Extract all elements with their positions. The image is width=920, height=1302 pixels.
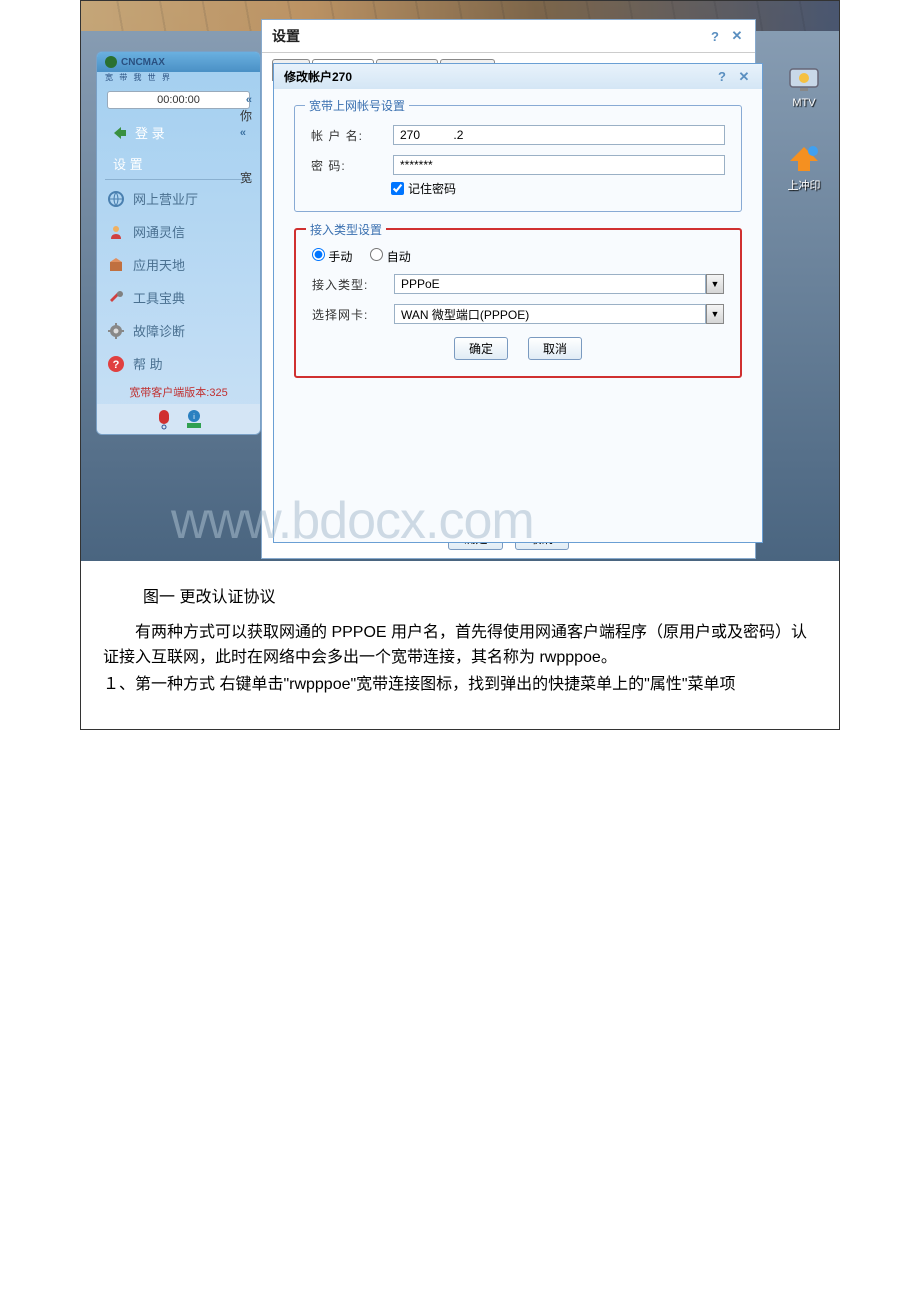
edge-text: 你 bbox=[240, 107, 252, 124]
olympic-icon bbox=[153, 408, 175, 430]
close-button[interactable]: ✕ bbox=[736, 69, 752, 85]
modify-account-dialog: 修改帐户270 ? ✕ 宽带上网帐号设置 帐 户 名: 密 码: bbox=[273, 63, 763, 543]
password-input[interactable] bbox=[393, 155, 725, 175]
sidebar-item-diagnose[interactable]: 故障诊断 bbox=[97, 314, 260, 347]
access-type-label: 接入类型: bbox=[312, 276, 382, 293]
cncmax-sidebar: CNCMAX 宽 带 我 世 界 00:00:00 « 登 录 « 设 置 bbox=[96, 51, 261, 435]
login-button[interactable]: 登 录 « bbox=[107, 119, 250, 146]
sidebar-item-apps[interactable]: 应用天地 bbox=[97, 248, 260, 281]
modify-titlebar: 修改帐户270 ? ✕ bbox=[274, 64, 762, 89]
modify-ok-button[interactable]: 确定 bbox=[454, 337, 508, 360]
radio-manual[interactable] bbox=[312, 248, 325, 261]
tool-icon bbox=[107, 289, 125, 307]
modify-title-text: 修改帐户270 bbox=[284, 68, 352, 85]
settings-button[interactable]: 设 置 bbox=[97, 150, 260, 177]
access-fieldset: 接入类型设置 手动 自动 接入类型: ▼ 选择网卡: ▼ bbox=[294, 228, 742, 378]
nic-label: 选择网卡: bbox=[312, 306, 382, 323]
paragraph: 有两种方式可以获取网通的 PPPOE 用户名，首先得使用网通客户端程序（原用户或… bbox=[103, 621, 817, 671]
sidebar-header: CNCMAX bbox=[97, 52, 260, 72]
figure-caption: 图一 更改认证协议 bbox=[143, 583, 817, 607]
mtv-icon bbox=[786, 61, 822, 97]
brand-subtext: 宽 带 我 世 界 bbox=[97, 72, 260, 85]
person-icon bbox=[107, 223, 125, 241]
desktop-icon-mtv[interactable]: MTV bbox=[779, 61, 829, 109]
upload-icon bbox=[786, 141, 822, 177]
access-type-select[interactable] bbox=[394, 274, 706, 294]
desktop-icon-upload[interactable]: 上冲印 bbox=[779, 141, 829, 193]
edge-text: 宽 bbox=[240, 169, 252, 186]
desktop-icon-label: 上冲印 bbox=[779, 177, 829, 193]
remember-password-label: 记住密码 bbox=[408, 180, 456, 197]
globe-icon bbox=[107, 190, 125, 208]
password-label: 密 码: bbox=[311, 157, 381, 174]
radio-auto[interactable] bbox=[370, 248, 383, 261]
sidebar-item-lingxin[interactable]: 网通灵信 bbox=[97, 215, 260, 248]
gear-icon bbox=[107, 322, 125, 340]
logo-icon bbox=[105, 56, 117, 68]
cnc-badge-icon: i bbox=[183, 408, 205, 430]
account-legend: 宽带上网帐号设置 bbox=[305, 97, 409, 114]
login-icon bbox=[111, 124, 129, 142]
nic-dropdown-button[interactable]: ▼ bbox=[706, 304, 724, 324]
access-legend: 接入类型设置 bbox=[306, 221, 386, 238]
paragraph: １、第一种方式 右键单击"rwpppoe"宽带连接图标，找到弹出的快捷菜单上的"… bbox=[103, 673, 817, 698]
sidebar-item-help[interactable]: ? 帮 助 bbox=[97, 347, 260, 380]
version-text: 宽带客户端版本:325 bbox=[97, 380, 260, 404]
account-fieldset: 宽带上网帐号设置 帐 户 名: 密 码: 记住密码 bbox=[294, 105, 742, 212]
desktop-icon-label: MTV bbox=[779, 97, 829, 109]
username-label: 帐 户 名: bbox=[311, 127, 381, 144]
sidebar-item-tools[interactable]: 工具宝典 bbox=[97, 281, 260, 314]
access-type-dropdown-button[interactable]: ▼ bbox=[706, 274, 724, 294]
divider bbox=[105, 179, 252, 180]
timer-display: 00:00:00 « bbox=[107, 91, 250, 109]
settings-title-text: 设置 bbox=[272, 26, 300, 46]
nic-select[interactable] bbox=[394, 304, 706, 324]
collapse-button[interactable]: « bbox=[246, 94, 252, 106]
screenshot-area: MTV 上冲印 设置 ? ✕ 常规 帐户管理 全局设置 DHCP+ bbox=[81, 1, 839, 561]
modify-cancel-button[interactable]: 取消 bbox=[528, 337, 582, 360]
collapse-button[interactable]: « bbox=[240, 127, 246, 139]
remember-password-checkbox[interactable] bbox=[391, 182, 404, 195]
settings-titlebar: 设置 ? ✕ bbox=[262, 20, 755, 53]
sidebar-footer: i bbox=[97, 404, 260, 434]
radio-auto-wrap[interactable]: 自动 bbox=[370, 248, 410, 265]
box-icon bbox=[107, 256, 125, 274]
help-button[interactable]: ? bbox=[714, 69, 730, 85]
username-input[interactable] bbox=[393, 125, 725, 145]
close-button[interactable]: ✕ bbox=[729, 28, 745, 44]
help-button[interactable]: ? bbox=[707, 28, 723, 44]
sidebar-item-online-hall[interactable]: 网上营业厅 bbox=[97, 182, 260, 215]
svg-text:?: ? bbox=[113, 359, 120, 371]
brand-text: CNCMAX bbox=[121, 57, 165, 68]
help-icon: ? bbox=[107, 355, 125, 373]
document-text: 图一 更改认证协议 有两种方式可以获取网通的 PPPOE 用户名，首先得使用网通… bbox=[81, 561, 839, 729]
radio-manual-wrap[interactable]: 手动 bbox=[312, 248, 352, 265]
